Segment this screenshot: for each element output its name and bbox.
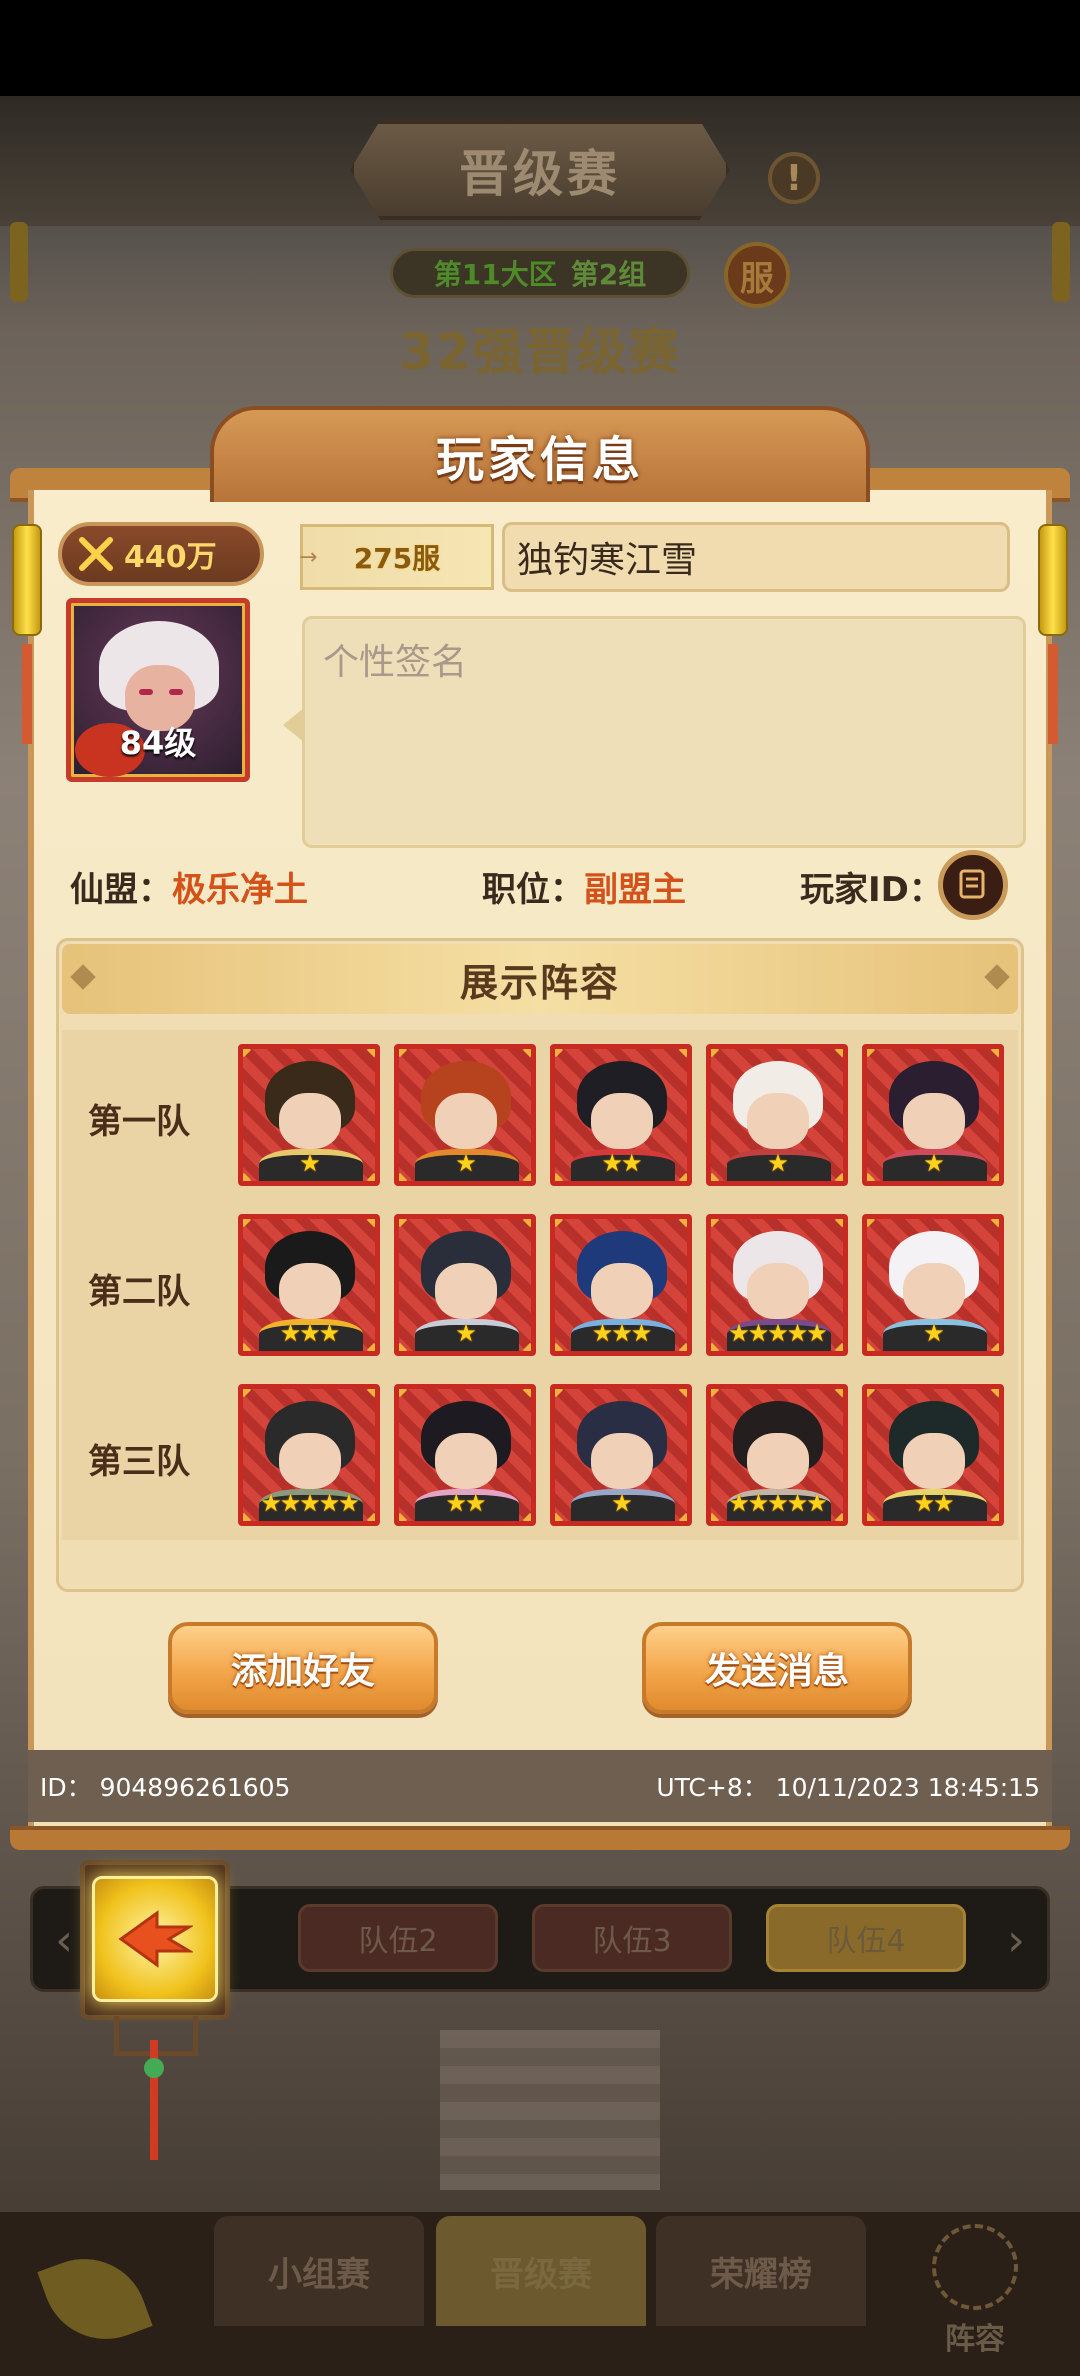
back-arrow-icon <box>118 1910 193 1968</box>
left-tassel <box>22 644 32 744</box>
left-lantern-decoration <box>10 222 28 302</box>
star-rating: ★★★ <box>279 1319 341 1347</box>
player-name: 独钓寒江雪 <box>517 540 698 581</box>
add-friend-label: 添加好友 <box>230 1651 375 1692</box>
nav-tab-promotion[interactable]: 晋级赛 <box>436 2216 646 2326</box>
lineup-ring-icon <box>932 2224 1018 2310</box>
chevron-right-icon[interactable]: › <box>996 1912 1036 1968</box>
star-rating: ★ <box>455 1319 477 1347</box>
hero-card[interactable]: ★★★ <box>238 1214 380 1356</box>
left-scroll-handle <box>12 524 42 636</box>
position-row: 职位： 副盟主 <box>482 858 686 914</box>
hero-card[interactable]: ★★★ <box>550 1214 692 1356</box>
star-rating: ★ <box>611 1489 633 1517</box>
send-message-button[interactable]: 发送消息 <box>642 1622 912 1714</box>
nav-tab-group-stage[interactable]: 小组赛 <box>214 2216 424 2326</box>
diamond-icon <box>70 964 96 990</box>
star-rating: ★ <box>455 1149 477 1177</box>
send-message-label: 发送消息 <box>704 1651 849 1692</box>
position-label: 职位： <box>482 869 584 910</box>
star-rating: ★ <box>299 1149 321 1177</box>
hero-card[interactable]: ★★★★★ <box>706 1384 848 1526</box>
star-rating: ★★★ <box>591 1319 653 1347</box>
star-rating: ★★ <box>445 1489 486 1517</box>
star-rating: ★★ <box>913 1489 954 1517</box>
server-value: 275服 <box>353 542 441 575</box>
hero-card[interactable]: ★★ <box>862 1384 1004 1526</box>
star-rating: ★ <box>767 1149 789 1177</box>
alliance-value: 极乐净土 <box>172 869 308 910</box>
lineup-title: 展示阵容 <box>459 960 620 1005</box>
team-label: 第二队 <box>88 1272 190 1312</box>
player-level: 84级 <box>119 724 197 762</box>
diamond-icon <box>984 964 1010 990</box>
copy-icon <box>959 869 985 899</box>
team-label: 第三队 <box>88 1442 190 1482</box>
nav-lineup-button[interactable]: 阵容 <box>920 2224 1030 2357</box>
hero-card[interactable]: ★★ <box>550 1044 692 1186</box>
hero-card[interactable]: ★ <box>706 1044 848 1186</box>
screen-title: 晋级赛 <box>459 145 621 203</box>
group-label: 第2组 <box>570 258 647 291</box>
server-tag: 275服 <box>299 524 494 590</box>
alliance-row: 仙盟： 极乐净土 <box>70 858 308 914</box>
team-label: 第一队 <box>88 1102 190 1142</box>
player-name-box: 独钓寒江雪 <box>502 522 1010 592</box>
crossed-swords-icon <box>79 537 113 571</box>
background-steps <box>440 2030 660 2190</box>
combat-power-pill: 440万 <box>58 522 264 586</box>
right-tassel <box>1048 644 1058 744</box>
hero-card[interactable]: ★ <box>394 1214 536 1356</box>
hero-card[interactable]: ★★★★★ <box>706 1214 848 1356</box>
player-id-text: ID： 904896261605 <box>40 1773 291 1802</box>
star-rating: ★ <box>923 1149 945 1177</box>
region-label: 第11大区 <box>433 258 557 291</box>
info-icon[interactable]: ! <box>768 152 820 204</box>
alliance-label: 仙盟： <box>70 869 172 910</box>
lantern-knot <box>144 2058 164 2078</box>
hero-card[interactable]: ★★★★★ <box>238 1384 380 1526</box>
lineup-label: 阵容 <box>945 2322 1005 2357</box>
hero-card[interactable]: ★ <box>550 1384 692 1526</box>
star-rating: ★★★★★ <box>728 1319 828 1347</box>
star-rating: ★★★★★ <box>260 1489 360 1517</box>
hero-card[interactable]: ★ <box>238 1044 380 1186</box>
panel-title: 玩家信息 <box>435 432 644 488</box>
lineup-header: 展示阵容 <box>62 944 1018 1014</box>
star-rating: ★★★★★ <box>728 1489 828 1517</box>
panel-bottom-rail <box>10 1826 1070 1850</box>
screen-title-plate: 晋级赛 <box>350 120 730 220</box>
team-tab-4[interactable]: 队伍4 <box>766 1904 966 1972</box>
hero-card[interactable]: ★ <box>862 1044 1004 1186</box>
panel-footer: ID： 904896261605 UTC+8： 10/11/2023 18:45… <box>28 1750 1052 1822</box>
chevron-left-icon[interactable]: ‹ <box>44 1912 84 1968</box>
copy-id-button[interactable] <box>938 850 1008 920</box>
right-scroll-handle <box>1038 524 1068 636</box>
back-button[interactable] <box>92 1876 218 2002</box>
timestamp-text: UTC+8： 10/11/2023 18:45:15 <box>656 1773 1040 1802</box>
hero-card[interactable]: ★★ <box>394 1384 536 1526</box>
combat-power-value: 440万 <box>124 540 217 575</box>
hero-card[interactable]: ★ <box>394 1044 536 1186</box>
right-lantern-decoration <box>1052 222 1070 302</box>
signature-placeholder: 个性签名 <box>323 642 468 683</box>
status-bar <box>0 0 1080 96</box>
position-value: 副盟主 <box>584 869 686 910</box>
hero-card[interactable]: ★ <box>862 1214 1004 1356</box>
player-id-label: 玩家ID： <box>800 869 943 910</box>
star-rating: ★★ <box>601 1149 642 1177</box>
team-tab-2[interactable]: 队伍2 <box>298 1904 498 1972</box>
star-rating: ★ <box>923 1319 945 1347</box>
server-select-button[interactable]: 服 <box>724 242 790 308</box>
team-tab-3[interactable]: 队伍3 <box>532 1904 732 1972</box>
nav-tab-honor-board[interactable]: 荣耀榜 <box>656 2216 866 2326</box>
player-id-row: 玩家ID： <box>800 858 943 914</box>
signature-box: 个性签名 <box>283 616 1026 848</box>
add-friend-button[interactable]: 添加好友 <box>168 1622 438 1714</box>
region-group-pill: 第11大区 第2组 <box>390 248 690 298</box>
stage-title: 32强晋级赛 <box>399 323 681 381</box>
